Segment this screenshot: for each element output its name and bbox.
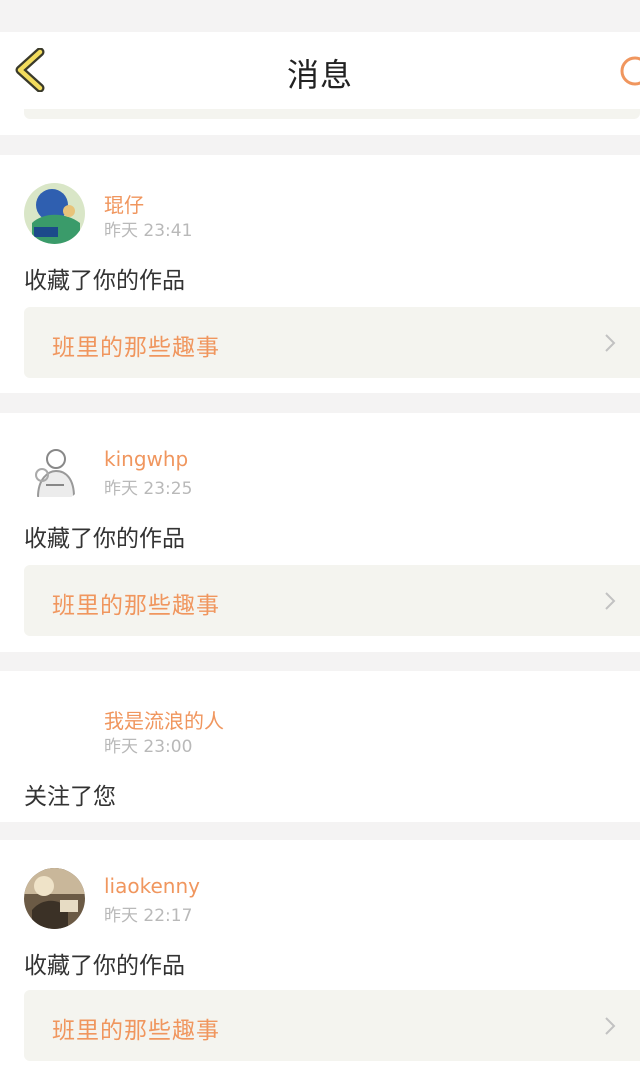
chevron-right-icon (605, 592, 616, 610)
refresh-button[interactable] (616, 54, 640, 88)
chevron-right-icon (605, 1017, 616, 1035)
work-link[interactable]: 班里的那些趣事 (24, 307, 640, 378)
chevron-right-icon (605, 334, 616, 352)
work-title: 班里的那些趣事 (52, 593, 220, 619)
action-text: 收藏了你的作品 (24, 268, 185, 294)
username[interactable]: liaokenny (104, 874, 200, 898)
message-card: kingwhp 昨天 23:25 收藏了你的作品 班里的那些趣事 (0, 413, 640, 652)
nav-bar: 消息 (0, 32, 640, 110)
action-text: 收藏了你的作品 (24, 953, 185, 979)
message-card: 琨仔 昨天 23:41 收藏了你的作品 班里的那些趣事 (0, 155, 640, 393)
username[interactable]: 琨仔 (104, 189, 144, 218)
avatar[interactable] (24, 441, 85, 502)
work-link[interactable]: 班里的那些趣事 (24, 990, 640, 1061)
avatar[interactable] (24, 699, 85, 760)
timestamp: 昨天 23:00 (104, 737, 193, 757)
work-title: 班里的那些趣事 (52, 1018, 220, 1044)
username[interactable]: 我是流浪的人 (104, 705, 224, 734)
username[interactable]: kingwhp (104, 447, 188, 471)
message-card: liaokenny 昨天 22:17 收藏了你的作品 班里的那些趣事 (0, 840, 640, 1065)
message-card: 我是流浪的人 昨天 23:00 关注了您 (0, 671, 640, 822)
refresh-icon (620, 56, 640, 86)
action-text: 关注了您 (24, 784, 116, 810)
avatar[interactable] (24, 183, 85, 244)
timestamp: 昨天 22:17 (104, 906, 193, 926)
timestamp: 昨天 23:41 (104, 221, 193, 241)
previous-message-card (0, 109, 640, 135)
page-title: 消息 (286, 56, 353, 94)
avatar[interactable] (24, 868, 85, 929)
work-link[interactable]: 班里的那些趣事 (24, 565, 640, 636)
action-text: 收藏了你的作品 (24, 526, 185, 552)
work-title: 班里的那些趣事 (52, 335, 220, 361)
timestamp: 昨天 23:25 (104, 479, 193, 499)
work-link-partial[interactable] (24, 109, 640, 119)
